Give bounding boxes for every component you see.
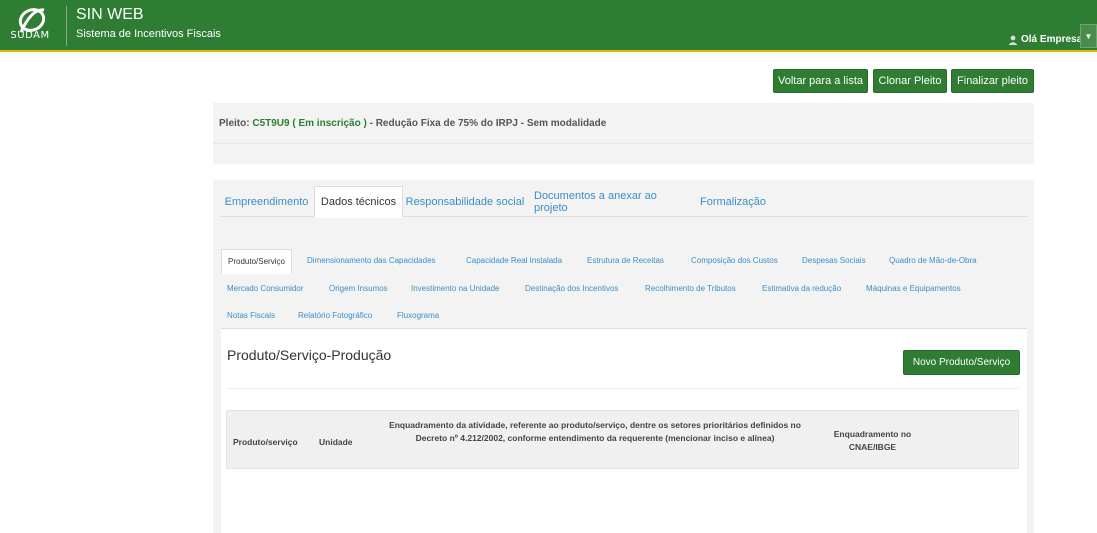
subtab-produto-servico[interactable]: Produto/Serviço bbox=[221, 249, 292, 274]
pleito-panel: Pleito: C5T9U9 ( Em inscrição ) - Reduçã… bbox=[213, 103, 1034, 164]
column-header-enquadramento[interactable]: Enquadramento da atividade, referente ao… bbox=[375, 419, 815, 445]
subtab-estimativa-reducao[interactable]: Estimativa da redução bbox=[762, 284, 841, 293]
clone-pleito-button[interactable]: Clonar Pleito bbox=[873, 69, 947, 93]
subtab-estrutura-receitas[interactable]: Estrutura de Receitas bbox=[587, 256, 664, 265]
subtab-mercado-consumidor[interactable]: Mercado Consumidor bbox=[227, 284, 303, 293]
column-header-cnae[interactable]: Enquadramento no CNAE/IBGE bbox=[825, 428, 920, 454]
subtab-composicao-custos[interactable]: Composição dos Custos bbox=[691, 256, 778, 265]
subtab-recolhimento-tributos[interactable]: Recolhimento de Tributos bbox=[645, 284, 736, 293]
subtab-destinacao-incentivos[interactable]: Destinação dos Incentivos bbox=[525, 284, 618, 293]
caret-down-icon: ▼ bbox=[1084, 31, 1093, 41]
top-navbar: SUDAM SIN WEB Sistema de Incentivos Fisc… bbox=[0, 0, 1097, 52]
column-header-unidade[interactable]: Unidade bbox=[319, 436, 353, 449]
new-product-button[interactable]: Novo Produto/Serviço bbox=[903, 350, 1020, 375]
tab-formalizacao[interactable]: Formalização bbox=[700, 186, 766, 217]
back-to-list-button[interactable]: Voltar para a lista bbox=[773, 69, 868, 93]
subtab-despesas-sociais[interactable]: Despesas Sociais bbox=[802, 256, 866, 265]
subtab-quadro-mao-de-obra[interactable]: Quadro de Mão-de-Obra bbox=[889, 256, 977, 265]
section-title: Produto/Serviço-Produção bbox=[227, 347, 392, 363]
subtab-investimento-unidade[interactable]: Investimento na Unidade bbox=[411, 284, 500, 293]
subtab-dimensionamento[interactable]: Dimensionamento das Capacidades bbox=[307, 256, 436, 265]
logo-text: SUDAM bbox=[10, 30, 50, 41]
user-icon bbox=[1008, 35, 1018, 45]
subtab-fluxograma[interactable]: Fluxograma bbox=[397, 311, 439, 320]
tab-documentos-anexar[interactable]: Documentos a anexar ao projeto bbox=[534, 186, 687, 217]
finalize-pleito-button[interactable]: Finalizar pleito bbox=[951, 69, 1034, 93]
user-dropdown-toggle[interactable]: ▼ bbox=[1080, 24, 1097, 48]
subtab-maquinas-equipamentos[interactable]: Máquinas e Equipamentos bbox=[866, 284, 961, 293]
pleito-divider bbox=[213, 143, 1034, 144]
pleito-prefix: Pleito: bbox=[219, 118, 253, 129]
section-divider bbox=[227, 388, 1019, 389]
pleito-description: - Redução Fixa de 75% do IRPJ - Sem moda… bbox=[366, 118, 607, 129]
main-tabs: Empreendimento Dados técnicos Responsabi… bbox=[221, 186, 1027, 218]
user-greeting: Olá Empresa bbox=[1021, 34, 1083, 45]
tab-empreendimento[interactable]: Empreendimento bbox=[221, 186, 312, 217]
app-title[interactable]: SIN WEB bbox=[76, 6, 144, 24]
pleito-code: C5T9U9 ( Em inscrição ) bbox=[252, 118, 367, 129]
subtab-notas-fiscais[interactable]: Notas Fiscais bbox=[227, 311, 275, 320]
tab-dados-tecnicos[interactable]: Dados técnicos bbox=[314, 186, 403, 218]
pleito-summary: Pleito: C5T9U9 ( Em inscrição ) - Reduçã… bbox=[219, 118, 606, 129]
app-subtitle: Sistema de Incentivos Fiscais bbox=[76, 28, 221, 40]
column-header-produto[interactable]: Produto/serviço bbox=[233, 436, 298, 449]
header-divider bbox=[66, 6, 67, 46]
subtab-relatorio-fotografico[interactable]: Relatório Fotográfico bbox=[298, 311, 372, 320]
tab-responsabilidade-social[interactable]: Responsabilidade social bbox=[405, 186, 525, 217]
subtab-origem-insumos[interactable]: Origem Insumos bbox=[329, 284, 388, 293]
subtab-capacidade-real[interactable]: Capacidade Real Instalada bbox=[466, 256, 562, 265]
user-menu[interactable]: Olá Empresa bbox=[1008, 34, 1082, 45]
sudam-logo[interactable] bbox=[4, 6, 60, 50]
table-header: Produto/serviço Unidade Enquadramento da… bbox=[226, 410, 1019, 469]
